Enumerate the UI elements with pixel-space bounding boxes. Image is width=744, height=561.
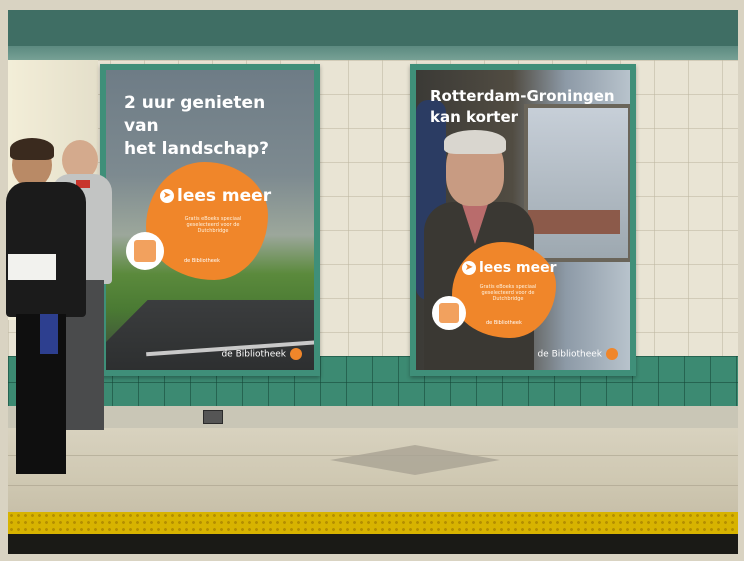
ceiling-band [8,10,738,46]
poster-left-brand-label: de Bibliotheek [221,349,286,360]
poster-left-headline-line2: het landschap? [124,139,270,159]
poster-man-hair [444,130,506,154]
bibliotheek-logo-icon [606,348,618,360]
track-edge [8,534,738,554]
distant-train [528,210,620,234]
subway-platform-scene: 2 uur genieten van het landschap? ➤ lees … [0,0,744,561]
arrow-right-icon: ➤ [462,261,476,275]
reading-man-figure [6,138,92,487]
poster-left-cta: ➤ lees meer [160,186,271,206]
poster-right: Rotterdam-Groningen kan korter ➤ lees mee… [416,70,630,370]
tactile-safety-strip [8,512,738,534]
poster-left: 2 uur genieten van het landschap? ➤ lees … [106,70,314,370]
library-card-icon [126,232,164,270]
poster-right-blob-brand: de Bibliotheek [486,320,522,326]
poster-right-brand: de Bibliotheek [537,348,618,360]
poster-left-headline: 2 uur genieten van het landschap? [124,92,304,161]
poster-right-headline: Rotterdam-Groningen kan korter [430,86,622,128]
wall-outlet [203,410,223,424]
poster-left-headline-line1: 2 uur genieten van [124,93,266,136]
poster-left-frame: 2 uur genieten van het landschap? ➤ lees … [100,64,320,376]
poster-right-cta-label: lees meer [479,260,557,276]
poster-right-headline-line1: Rotterdam-Groningen [430,87,615,105]
poster-left-cta-subtext: Gratis eBoeks speciaal geselecteerd voor… [184,216,242,234]
arrow-right-icon: ➤ [160,189,174,203]
poster-right-cta: ➤ lees meer [462,260,556,276]
poster-right-frame: Rotterdam-Groningen kan korter ➤ lees mee… [410,64,636,376]
platform-floor [8,428,738,516]
floor-tile-line [8,485,738,486]
poster-left-cta-label: lees meer [177,186,272,206]
poster-left-blob-brand: de Bibliotheek [184,258,220,264]
poster-right-brand-label: de Bibliotheek [537,349,602,360]
library-card-icon [432,296,466,330]
poster-right-cta-subtext: Gratis eBoeks speciaal geselecteerd voor… [479,284,537,302]
poster-left-brand: de Bibliotheek [221,348,302,360]
bibliotheek-logo-icon [290,348,302,360]
newspaper [8,254,56,280]
poster-right-headline-line2: kan korter [430,108,519,126]
